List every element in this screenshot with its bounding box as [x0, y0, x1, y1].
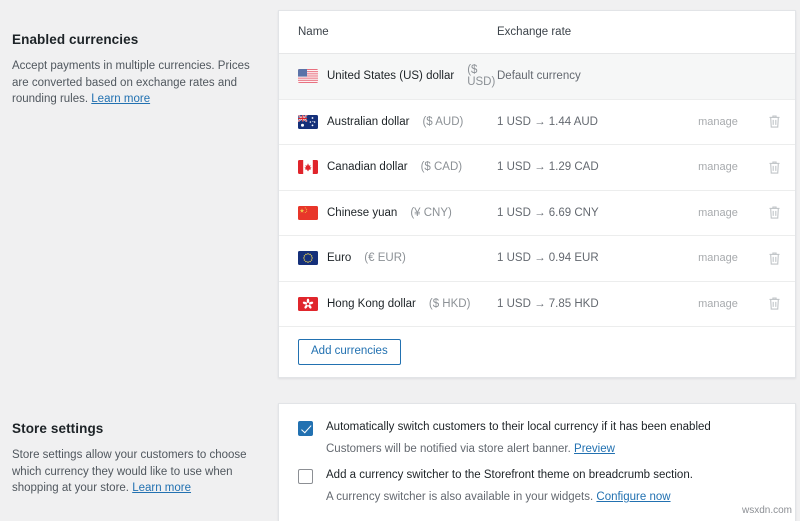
currency-switcher-label: Add a currency switcher to the Storefron… [326, 468, 693, 482]
cell-currency-name: Canadian dollar ($ CAD) [279, 160, 497, 174]
trash-icon [768, 160, 781, 175]
delete-currency-button[interactable] [753, 160, 795, 175]
table-row: United States (US) dollar ($ USD) Default… [279, 54, 795, 100]
manage-link[interactable]: manage [683, 298, 753, 310]
column-header-name: Name [279, 26, 497, 38]
trash-icon [768, 205, 781, 220]
delete-currency-button[interactable] [753, 296, 795, 311]
flag-cn-icon [298, 206, 318, 220]
setting-auto-switch: Automatically switch customers to their … [279, 404, 795, 456]
delete-currency-button[interactable] [753, 205, 795, 220]
flag-us-icon [298, 69, 318, 83]
preview-link[interactable]: Preview [574, 443, 615, 455]
store-settings-panel: Automatically switch customers to their … [278, 403, 796, 521]
configure-now-link[interactable]: Configure now [596, 491, 670, 503]
currency-name-text: Hong Kong dollar [327, 298, 416, 310]
cell-currency-name: Australian dollar ($ AUD) [279, 115, 497, 129]
auto-switch-label: Automatically switch customers to their … [326, 420, 711, 434]
currency-code-text: (¥ CNY) [410, 207, 452, 219]
auto-switch-text: Automatically switch customers to their … [313, 420, 711, 456]
currency-switcher-sublabel: A currency switcher is also available in… [326, 490, 693, 504]
trash-icon [768, 114, 781, 129]
settings-page: Enabled currencies Accept payments in mu… [0, 0, 800, 521]
auto-switch-checkbox[interactable] [298, 421, 313, 436]
manage-link[interactable]: manage [683, 116, 753, 128]
enabled-currencies-body: Accept payments in multiple currencies. … [0, 58, 262, 108]
table-row: Australian dollar ($ AUD) 1 USD → 1.44 AU… [279, 100, 795, 146]
setting-currency-switcher: Add a currency switcher to the Storefron… [279, 456, 795, 504]
currency-name-text: Australian dollar [327, 116, 409, 128]
cell-exchange-rate: 1 USD → 1.44 AUD [497, 116, 683, 128]
table-row: Chinese yuan (¥ CNY) 1 USD → 6.69 CNY man… [279, 191, 795, 237]
enabled-currencies-description: Enabled currencies Accept payments in mu… [0, 32, 262, 108]
column-header-exchange-rate: Exchange rate [497, 26, 683, 38]
watermark: wsxdn.com [742, 505, 792, 516]
store-settings-body: Store settings allow your customers to c… [0, 447, 262, 497]
delete-currency-button[interactable] [753, 114, 795, 129]
store-settings-title: Store settings [0, 421, 262, 436]
flag-hk-icon [298, 297, 318, 311]
cell-exchange-rate: Default currency [497, 70, 683, 82]
manage-link[interactable]: manage [683, 161, 753, 173]
table-row: Euro (€ EUR) 1 USD → 0.94 EUR manage [279, 236, 795, 282]
enabled-currencies-title: Enabled currencies [0, 32, 262, 47]
cell-currency-name: Hong Kong dollar ($ HKD) [279, 297, 497, 311]
cell-exchange-rate: 1 USD → 1.29 CAD [497, 161, 683, 173]
cell-exchange-rate: 1 USD → 0.94 EUR [497, 252, 683, 264]
cell-currency-name: United States (US) dollar ($ USD) [279, 64, 497, 88]
currency-name-text: United States (US) dollar [327, 70, 454, 82]
currency-name-text: Euro [327, 252, 351, 264]
currency-switcher-text: Add a currency switcher to the Storefron… [313, 468, 693, 504]
currency-code-text: ($ AUD) [422, 116, 463, 128]
table-header-row: Name Exchange rate [279, 11, 795, 54]
store-settings-body-text: Store settings allow your customers to c… [12, 449, 247, 494]
delete-currency-button[interactable] [753, 251, 795, 266]
flag-eu-icon [298, 251, 318, 265]
currency-name-text: Canadian dollar [327, 161, 408, 173]
cell-currency-name: Chinese yuan (¥ CNY) [279, 206, 497, 220]
currency-name-text: Chinese yuan [327, 207, 397, 219]
cell-exchange-rate: 1 USD → 7.85 HKD [497, 298, 683, 310]
currency-code-text: ($ HKD) [429, 298, 471, 310]
enabled-learn-more-link[interactable]: Learn more [91, 93, 150, 105]
currency-code-text: ($ USD) [467, 64, 497, 88]
table-row: Canadian dollar($ CAD) 1 USD → 1.29 CAD … [279, 145, 795, 191]
trash-icon [768, 251, 781, 266]
currency-table-panel: Name Exchange rate United States (US) do… [278, 10, 796, 378]
add-currencies-area: Add currencies [279, 327, 795, 377]
currency-code-text: (€ EUR) [364, 252, 406, 264]
auto-switch-sub-text: Customers will be notified via store ale… [326, 443, 571, 455]
currency-rows: United States (US) dollar ($ USD) Default… [279, 54, 795, 327]
trash-icon [768, 296, 781, 311]
store-learn-more-link[interactable]: Learn more [132, 482, 191, 494]
store-settings-description: Store settings Store settings allow your… [0, 421, 262, 497]
currency-code-text: ($ CAD) [421, 161, 463, 173]
flag-au-icon [298, 115, 318, 129]
manage-link[interactable]: manage [683, 207, 753, 219]
add-currencies-button[interactable]: Add currencies [298, 339, 401, 366]
currency-switcher-checkbox[interactable] [298, 469, 313, 484]
currency-switcher-sub-text: A currency switcher is also available in… [326, 491, 593, 503]
flag-ca-icon [298, 160, 318, 174]
cell-exchange-rate: 1 USD → 6.69 CNY [497, 207, 683, 219]
cell-currency-name: Euro (€ EUR) [279, 251, 497, 265]
auto-switch-sublabel: Customers will be notified via store ale… [326, 442, 711, 456]
table-row: Hong Kong dollar ($ HKD) 1 USD → 7.85 HKD… [279, 282, 795, 328]
manage-link[interactable]: manage [683, 252, 753, 264]
